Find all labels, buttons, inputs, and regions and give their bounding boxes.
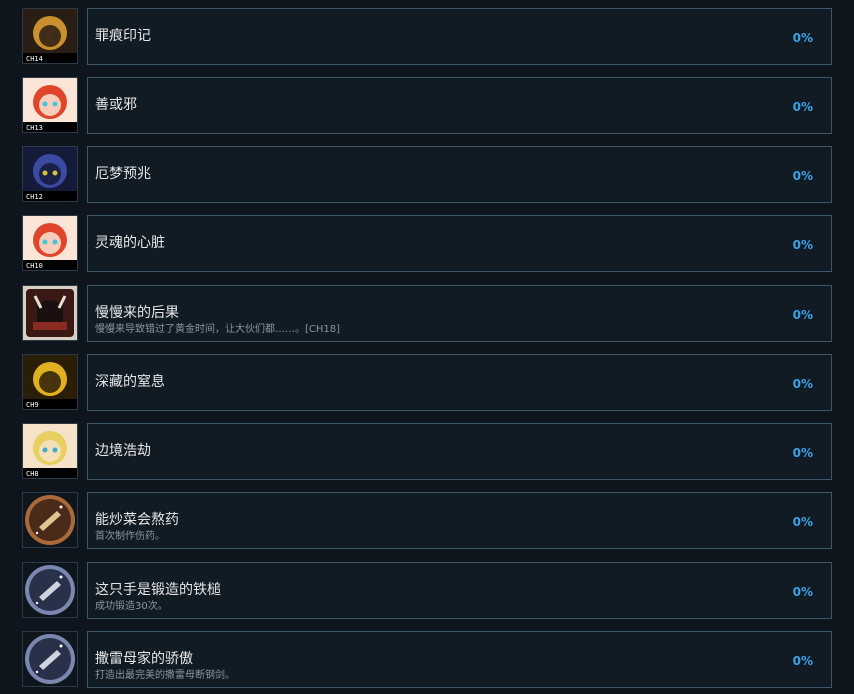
unlock-percentage: 0% xyxy=(792,31,813,45)
achievement-description: 成功锻造30次。 xyxy=(95,601,168,612)
sin-mark-emblem-icon: CH14 xyxy=(22,8,78,64)
unlock-percentage: 0% xyxy=(792,515,813,529)
achievement-title: 罪痕印记 xyxy=(95,28,151,44)
forge-hammer-30-icon xyxy=(22,562,78,618)
achievement-row: 这只手是锻造的铁槌成功锻造30次。 0% xyxy=(0,562,854,620)
achievement-title: 慢慢来的后果 xyxy=(95,305,179,321)
unlock-percentage: 0% xyxy=(792,446,813,460)
chapter-badge: CH10 xyxy=(26,262,43,270)
chapter-badge: CH14 xyxy=(26,55,43,63)
unlock-percentage: 0% xyxy=(792,654,813,668)
achievement-title: 善或邪 xyxy=(95,97,137,113)
achievement-row: CH8 边境浩劫 0% xyxy=(0,423,854,481)
chapter-badge: CH13 xyxy=(26,124,43,132)
unlock-percentage: 0% xyxy=(792,238,813,252)
achievement-row: CH9 深藏的窒息 0% xyxy=(0,354,854,412)
achievement-card: 善或邪 0% xyxy=(87,77,832,134)
achievement-card: 能炒菜会熬药首次制作伤药。 0% xyxy=(87,492,832,549)
achievement-title: 灵魂的心脏 xyxy=(95,235,165,251)
achievement-card: 慢慢来的后果慢慢来导致错过了黄金时间，让大伙们都……。[CH18] 0% xyxy=(87,285,832,342)
achievement-title: 边境浩劫 xyxy=(95,443,151,459)
achievement-card: 厄梦预兆 0% xyxy=(87,146,832,203)
chapter-badge: CH9 xyxy=(26,401,39,409)
horned-helmet-icon xyxy=(22,285,78,341)
unlock-percentage: 0% xyxy=(792,585,813,599)
achievement-card: 这只手是锻造的铁槌成功锻造30次。 0% xyxy=(87,562,832,619)
achievement-row: 撒雷母家的骄傲打造出最完美的撒雷母断钢剑。 0% xyxy=(0,631,854,689)
achievement-card: 罪痕印记 0% xyxy=(87,8,832,65)
achievement-description: 首次制作伤药。 xyxy=(95,531,165,542)
achievement-title: 撒雷母家的骄傲 xyxy=(95,651,193,667)
achievement-row: CH12 厄梦预兆 0% xyxy=(0,146,854,204)
achievement-description: 打造出最完美的撒雷母断钢剑。 xyxy=(95,670,235,681)
achievement-row: CH10 灵魂的心脏 0% xyxy=(0,215,854,273)
chapter-badge: CH12 xyxy=(26,193,43,201)
achievement-title: 深藏的窒息 xyxy=(95,374,165,390)
unlock-percentage: 0% xyxy=(792,308,813,322)
achievement-row: CH13 善或邪 0% xyxy=(0,77,854,135)
sword-forge-icon xyxy=(22,631,78,687)
golden-beast-portrait-icon: CH9 xyxy=(22,354,78,410)
frying-pan-potion-icon xyxy=(22,492,78,548)
unlock-percentage: 0% xyxy=(792,100,813,114)
achievement-card: 灵魂的心脏 0% xyxy=(87,215,832,272)
achievement-row: 慢慢来的后果慢慢来导致错过了黄金时间，让大伙们都……。[CH18] 0% xyxy=(0,285,854,343)
achievement-card: 边境浩劫 0% xyxy=(87,423,832,480)
achievement-title: 能炒菜会熬药 xyxy=(95,512,179,528)
blonde-girl-portrait-icon: CH8 xyxy=(22,423,78,479)
crying-girl-portrait-icon: CH10 xyxy=(22,215,78,271)
achievement-title: 厄梦预兆 xyxy=(95,166,151,182)
achievement-card: 深藏的窒息 0% xyxy=(87,354,832,411)
red-hair-girl-portrait-icon: CH13 xyxy=(22,77,78,133)
dark-knight-portrait-icon: CH12 xyxy=(22,146,78,202)
achievement-card: 撒雷母家的骄傲打造出最完美的撒雷母断钢剑。 0% xyxy=(87,631,832,688)
unlock-percentage: 0% xyxy=(792,377,813,391)
chapter-badge: CH8 xyxy=(26,470,39,478)
achievement-description: 慢慢来导致错过了黄金时间，让大伙们都……。[CH18] xyxy=(95,324,341,335)
achievement-title: 这只手是锻造的铁槌 xyxy=(95,582,221,598)
achievement-row: CH14 罪痕印记 0% xyxy=(0,8,854,66)
achievement-row: 能炒菜会熬药首次制作伤药。 0% xyxy=(0,492,854,550)
unlock-percentage: 0% xyxy=(792,169,813,183)
